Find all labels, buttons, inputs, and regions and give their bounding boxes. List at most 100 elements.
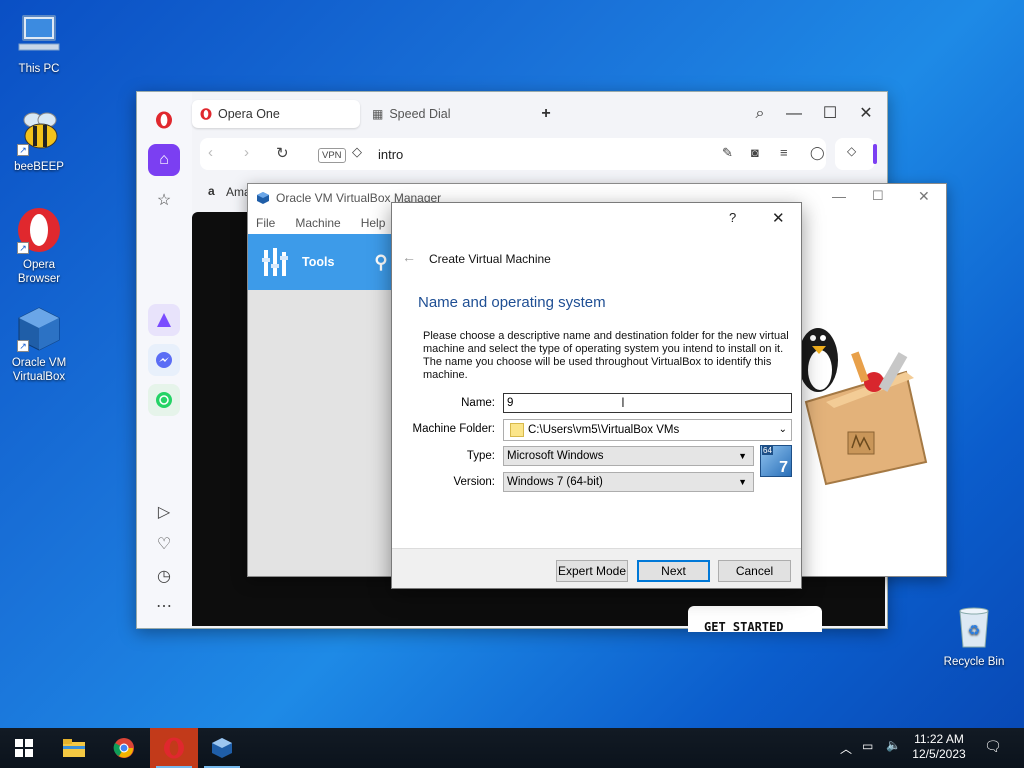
start-button[interactable] <box>0 728 48 768</box>
chevron-up-icon[interactable]: ︿ <box>840 740 852 757</box>
whatsapp-icon[interactable] <box>148 384 180 416</box>
tab-opera-one[interactable]: Opera One <box>192 100 360 128</box>
os-bits: 64 <box>762 446 773 455</box>
address-box: ‹ › ↻ VPN ◇ intro ✎ ◙ ≡ ◯ <box>200 138 826 170</box>
tools-icon <box>262 248 288 276</box>
menu-machine[interactable]: Machine <box>295 216 340 230</box>
taskbar-chrome[interactable] <box>100 728 148 768</box>
aria-icon[interactable] <box>148 304 180 336</box>
desktop-icon-virtualbox[interactable]: ↗ Oracle VM VirtualBox <box>1 304 77 384</box>
extension-button[interactable]: ◇ <box>835 138 875 170</box>
messenger-icon[interactable] <box>148 344 180 376</box>
notification-icon[interactable]: 🗨 <box>984 738 1002 755</box>
opera-icon: ↗ <box>15 206 63 254</box>
folder-value: C:\Users\vm5\VirtualBox VMs <box>528 424 680 436</box>
version-value: Windows 7 (64-bit) <box>507 476 603 488</box>
dialog-body: ← Create Virtual Machine Name and operat… <box>392 233 801 548</box>
sidebar-indicator <box>873 144 877 164</box>
desktop-icon-beebeep[interactable]: ↗ beeBEEP <box>1 108 77 174</box>
name-input[interactable]: 9 I <box>503 393 792 413</box>
network-icon[interactable]: ▭ <box>862 739 873 753</box>
machine-folder-select[interactable]: C:\Users\vm5\VirtualBox VMs ⌄ <box>503 419 792 441</box>
vpn-badge[interactable]: VPN <box>318 148 346 163</box>
text-cursor-icon: I <box>621 394 625 410</box>
chevron-down-icon: ⌄ <box>778 424 787 435</box>
maximize-button[interactable]: ☐ <box>872 188 884 204</box>
dialog-title-bar: ? ✕ <box>392 203 801 233</box>
tools-label: Tools <box>302 255 335 269</box>
volume-muted-icon[interactable]: 🔈 <box>886 738 901 752</box>
dropdown-arrow-icon: ▼ <box>738 451 747 461</box>
cancel-button[interactable]: Cancel <box>718 560 791 582</box>
computer-icon <box>15 10 63 58</box>
taskbar-virtualbox[interactable] <box>198 728 246 768</box>
desktop-icon-this-pc[interactable]: This PC <box>1 10 77 76</box>
help-button[interactable]: ? <box>729 210 736 225</box>
bee-icon: ↗ <box>15 108 63 156</box>
settings-sliders-icon[interactable]: ≡ <box>780 145 788 160</box>
forward-icon[interactable]: › <box>244 144 249 161</box>
taskbar: ︿ ▭ 🔈 11:22 AM 12/5/2023 🗨 <box>0 728 1024 768</box>
menu-file[interactable]: File <box>256 216 275 230</box>
get-started-button[interactable]: GET STARTED <box>688 606 822 632</box>
virtualbox-icon <box>212 738 232 758</box>
player-icon[interactable]: ▷ <box>148 496 180 528</box>
opera-sidebar: ⌂ ☆ ▷ ♡ ◷ ⋯ <box>137 92 192 628</box>
back-icon[interactable]: ‹ <box>208 144 213 161</box>
new-tab-button[interactable]: + <box>534 102 558 126</box>
virtualbox-icon: ↗ <box>15 304 63 352</box>
desktop-icon-label: Opera Browser <box>17 259 61 285</box>
pin-icon[interactable]: ⚲ <box>374 252 387 273</box>
section-title: Name and operating system <box>418 294 606 311</box>
camera-icon[interactable]: ◙ <box>751 145 759 160</box>
home-icon[interactable]: ⌂ <box>148 144 180 176</box>
dropdown-arrow-icon: ▼ <box>738 477 747 487</box>
maximize-button[interactable]: ☐ <box>818 102 842 126</box>
profile-icon[interactable]: ◯ <box>810 145 825 161</box>
close-button[interactable]: ✕ <box>854 102 878 126</box>
star-icon[interactable]: ☆ <box>148 184 180 216</box>
taskbar-opera[interactable] <box>150 728 198 768</box>
tools-item[interactable]: Tools ⚲ <box>248 234 392 290</box>
tab-label: Speed Dial <box>389 107 451 121</box>
chrome-icon <box>113 738 134 758</box>
close-button[interactable]: ✕ <box>918 188 930 205</box>
desktop-icon-recycle-bin[interactable]: ♻ Recycle Bin <box>936 603 1012 669</box>
clock[interactable]: 11:22 AM 12/5/2023 <box>906 732 972 762</box>
expert-mode-button[interactable]: Expert Mode <box>556 560 628 582</box>
taskbar-file-explorer[interactable] <box>50 728 98 768</box>
desktop-icon-label: This PC <box>18 63 60 75</box>
shortcut-arrow-icon: ↗ <box>17 242 29 254</box>
desktop-icon-label: Oracle VM VirtualBox <box>11 357 67 383</box>
history-icon[interactable]: ◷ <box>148 560 180 592</box>
url-text[interactable]: intro <box>378 147 403 162</box>
opera-address-bar: ‹ › ↻ VPN ◇ intro ✎ ◙ ≡ ◯ ◇ <box>192 136 887 174</box>
back-arrow-icon[interactable]: ← <box>402 249 416 265</box>
recycle-bin-icon: ♻ <box>950 603 998 651</box>
close-button[interactable]: ✕ <box>772 209 785 227</box>
vbox-machine-list: Tools ⚲ <box>248 234 392 576</box>
opera-tab-bar: Opera One ▦ Speed Dial + ⌕ — ☐ ✕ <box>192 92 887 136</box>
version-select[interactable]: Windows 7 (64-bit) ▼ <box>503 472 754 492</box>
minimize-button[interactable]: — <box>832 188 846 204</box>
next-button[interactable]: Next <box>637 560 710 582</box>
opera-logo-icon[interactable] <box>148 104 180 136</box>
type-select[interactable]: Microsoft Windows ▼ <box>503 446 754 466</box>
heart-icon[interactable]: ♡ <box>148 528 180 560</box>
type-label: Type: <box>466 450 495 462</box>
search-tabs-icon[interactable]: ⌕ <box>748 102 772 126</box>
windows-7-icon: 64 7 <box>760 445 792 477</box>
folder-icon <box>63 739 85 757</box>
reload-icon[interactable]: ↻ <box>276 144 289 162</box>
edit-icon[interactable]: ✎ <box>722 145 733 161</box>
desktop-icon-opera[interactable]: ↗ Opera Browser <box>1 206 77 286</box>
dialog-footer: Expert Mode Next Cancel <box>392 548 801 588</box>
minimize-button[interactable]: — <box>782 102 806 126</box>
tab-speed-dial[interactable]: ▦ Speed Dial <box>364 100 484 128</box>
tools-illustration <box>796 312 936 487</box>
create-vm-dialog: ? ✕ ← Create Virtual Machine Name and op… <box>391 202 802 589</box>
clock-time: 11:22 AM <box>914 732 964 746</box>
menu-help[interactable]: Help <box>361 216 386 230</box>
desktop-icon-label: beeBEEP <box>14 161 64 173</box>
more-icon[interactable]: ⋯ <box>148 590 180 622</box>
